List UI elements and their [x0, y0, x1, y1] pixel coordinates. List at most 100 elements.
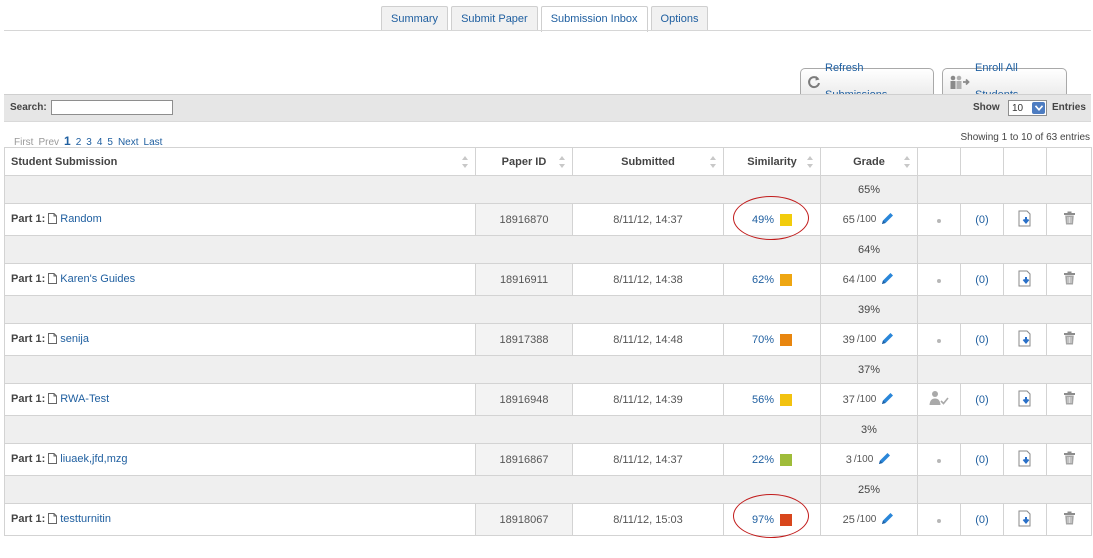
- download-icon[interactable]: [1017, 510, 1033, 530]
- similarity-report-link[interactable]: 49%: [752, 213, 793, 226]
- submission-title-link[interactable]: testturnitin: [60, 513, 111, 525]
- refresh-icon: [807, 75, 821, 89]
- submitted-date: 8/11/12, 14:37: [572, 443, 724, 476]
- document-icon: [48, 452, 58, 467]
- trash-icon[interactable]: [1063, 391, 1076, 408]
- similarity-report-link[interactable]: 56%: [752, 393, 793, 406]
- tab-bar: Summary Submit Paper Submission Inbox Optio…: [381, 6, 711, 32]
- grade-cell: 25/100: [820, 503, 918, 536]
- grade-summary-row: 39%: [4, 295, 1092, 324]
- grade-summary-spacer: [4, 295, 821, 324]
- similarity-report-link[interactable]: 62%: [752, 273, 793, 286]
- column-header-student-submission[interactable]: Student Submission: [4, 147, 476, 176]
- status-dot-icon: [937, 339, 941, 343]
- paper-id: 18916870: [475, 203, 573, 236]
- refresh-submissions-button[interactable]: Refresh Submissions: [800, 62, 934, 101]
- trash-icon[interactable]: [1063, 331, 1076, 348]
- grade-summary-spacer: [4, 475, 821, 504]
- similarity-color-box: [780, 393, 793, 406]
- download-icon[interactable]: [1017, 210, 1033, 230]
- edit-grade-pencil-icon[interactable]: [880, 211, 895, 229]
- similarity-score: 70%: [751, 333, 775, 346]
- similarity-report-link[interactable]: 97%: [752, 513, 793, 526]
- tab-submission-inbox[interactable]: Submission Inbox: [540, 6, 648, 32]
- paper-id: 18917388: [475, 323, 573, 356]
- edit-grade-pencil-icon[interactable]: [880, 391, 895, 409]
- submission-title-link[interactable]: Karen's Guides: [60, 273, 135, 285]
- column-header-submitted[interactable]: Submitted: [572, 147, 724, 176]
- similarity-report-link[interactable]: 22%: [751, 453, 793, 466]
- download-cell: [1003, 263, 1047, 296]
- graded-status-cell: [917, 503, 961, 536]
- comments-cell: (0): [960, 383, 1004, 416]
- download-icon[interactable]: [1017, 450, 1033, 470]
- submission-title-link[interactable]: Random: [60, 213, 102, 225]
- trash-icon[interactable]: [1063, 271, 1076, 288]
- column-header-paper-id[interactable]: Paper ID: [475, 147, 573, 176]
- table-row: Part 1: testturnitin 18918067 8/11/12, 15:0…: [4, 503, 1092, 536]
- grade-summary-row: 25%: [4, 475, 1092, 504]
- edit-grade-pencil-icon[interactable]: [880, 511, 895, 529]
- trash-icon[interactable]: [1063, 511, 1076, 528]
- grade-summary-spacer: [917, 355, 1092, 384]
- grade-out-of: /100: [856, 214, 877, 225]
- download-cell: [1003, 323, 1047, 356]
- trash-icon[interactable]: [1063, 211, 1076, 228]
- comments-count-link[interactable]: (0): [975, 274, 988, 286]
- submission-title-link[interactable]: senija: [60, 333, 89, 345]
- graded-status-cell: [917, 323, 961, 356]
- edit-grade-pencil-icon[interactable]: [880, 331, 895, 349]
- submission-title-link[interactable]: RWA-Test: [60, 393, 109, 405]
- tab-options[interactable]: Options: [650, 6, 709, 31]
- part-label: Part 1:: [11, 452, 46, 465]
- table-row: Part 1: liuaek,jfd,mzg 18916867 8/11/12, 14…: [4, 443, 1092, 476]
- edit-grade-pencil-icon[interactable]: [880, 271, 895, 289]
- status-dot-icon: [937, 519, 941, 523]
- trash-icon[interactable]: [1063, 451, 1076, 468]
- enroll-all-students-button[interactable]: Enroll All Students: [942, 62, 1067, 101]
- similarity-color-box: [780, 213, 793, 226]
- comments-count-link[interactable]: (0): [975, 454, 988, 466]
- column-header-label: Paper ID: [501, 155, 547, 168]
- column-header-label: Similarity: [747, 155, 797, 168]
- grade-cell: 65/100: [820, 203, 918, 236]
- similarity-color-box: [780, 513, 793, 526]
- submitted-date: 8/11/12, 14:48: [572, 323, 724, 356]
- comments-cell: (0): [960, 503, 1004, 536]
- table-row: Part 1: senija 18917388 8/11/12, 14:48 70% 39…: [4, 323, 1092, 356]
- pagination-page-1[interactable]: 1: [64, 134, 71, 148]
- enroll-students-icon: [949, 75, 971, 89]
- column-header-download: [1003, 147, 1047, 176]
- column-header-similarity[interactable]: Similarity: [723, 147, 821, 176]
- download-icon[interactable]: [1017, 330, 1033, 350]
- comments-count-link[interactable]: (0): [975, 394, 988, 406]
- comments-count-link[interactable]: (0): [975, 214, 988, 226]
- grade-summary-spacer: [4, 175, 821, 204]
- paper-id: 18918067: [475, 503, 573, 536]
- submission-title-cell: Part 1: Random: [4, 203, 476, 236]
- similarity-score: 22%: [751, 453, 775, 466]
- document-icon: [48, 212, 58, 227]
- edit-grade-pencil-icon[interactable]: [877, 451, 892, 469]
- tab-summary[interactable]: Summary: [381, 6, 449, 31]
- delete-cell: [1046, 323, 1092, 356]
- similarity-cell: 22%: [723, 443, 821, 476]
- tab-submit-paper[interactable]: Submit Paper: [451, 6, 538, 31]
- submission-title-link[interactable]: liuaek,jfd,mzg: [60, 453, 127, 465]
- submitted-date: 8/11/12, 14:37: [572, 203, 724, 236]
- grade-percentage: 3%: [820, 415, 918, 444]
- entries-per-page-value: 10: [1012, 102, 1024, 114]
- entries-per-page-select[interactable]: 10: [1008, 100, 1047, 116]
- download-icon[interactable]: [1017, 270, 1033, 290]
- comments-count-link[interactable]: (0): [975, 514, 988, 526]
- similarity-report-link[interactable]: 70%: [751, 333, 793, 346]
- download-icon[interactable]: [1017, 390, 1033, 410]
- grade-cell: 39/100: [820, 323, 918, 356]
- column-header-grade[interactable]: Grade: [820, 147, 918, 176]
- document-icon: [48, 272, 58, 287]
- tab-divider: [4, 30, 1091, 31]
- download-cell: [1003, 203, 1047, 236]
- search-input[interactable]: [51, 100, 173, 115]
- comments-count-link[interactable]: (0): [975, 334, 988, 346]
- grade-summary-spacer: [917, 235, 1092, 264]
